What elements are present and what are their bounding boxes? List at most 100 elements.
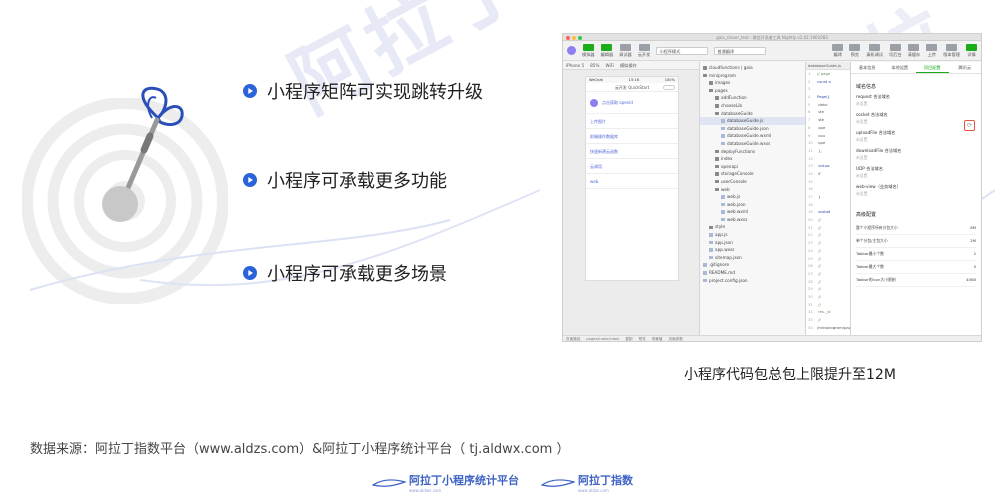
zoom-select[interactable]: 85%	[590, 63, 599, 68]
tree-file[interactable]: project.config.json	[700, 277, 805, 285]
tree-file[interactable]: app.js	[700, 231, 805, 239]
tree-label: storageConsole	[721, 171, 754, 177]
toolbar-button-version[interactable]: 版本管理	[943, 43, 960, 58]
toolbar-button-cloud[interactable]: 云开发	[638, 43, 650, 58]
toolbar-button-editor[interactable]: 编辑器	[601, 43, 613, 58]
refresh-icon[interactable]: ⟳	[964, 120, 975, 131]
file-icon	[721, 119, 725, 123]
dart-in-target-icon	[102, 86, 184, 222]
tree-label: web.js	[727, 194, 741, 200]
code-line: 24 //	[806, 247, 850, 255]
details-tab[interactable]: 项目配置	[916, 62, 949, 73]
folder-icon	[715, 104, 719, 108]
advanced-value: 2M	[970, 238, 976, 243]
toolbar-button-compile[interactable]: 编译	[832, 43, 844, 58]
editor-tab[interactable]: databaseGuide.js	[806, 62, 850, 70]
tree-file[interactable]: .gitignore	[700, 261, 805, 269]
tree-file[interactable]: web.wxss	[700, 216, 805, 224]
domain-key: uploadFile 合法域名	[856, 130, 896, 135]
tree-folder[interactable]: cloudfunctions | gaia	[700, 64, 805, 72]
simulate-op-select[interactable]: 模拟操作	[620, 63, 637, 69]
tree-file[interactable]: databaseGuide.wxss	[700, 140, 805, 148]
tree-file[interactable]: databaseGuide.json	[700, 125, 805, 133]
domain-entry: request 合法域名 未设置	[856, 94, 976, 107]
code-text: },	[817, 147, 822, 153]
line-number: 8	[808, 124, 811, 130]
code-line: 4 Page({	[806, 93, 850, 101]
toolbar-button-preview[interactable]: 预览	[849, 43, 861, 58]
tree-file[interactable]: databaseGuide.js	[700, 117, 805, 125]
tree-folder[interactable]: deployFunctions	[700, 148, 805, 156]
code-line: 15	[806, 178, 850, 186]
tree-folder[interactable]: index	[700, 155, 805, 163]
toolbar-button-upload[interactable]: 上传	[926, 43, 938, 58]
capsule-menu-icon[interactable]	[663, 85, 675, 90]
toolbar-button-clear-cache[interactable]: 清缓存	[908, 43, 920, 58]
bullet-text: 小程序矩阵可实现跳转升级	[267, 82, 483, 103]
line-number: 31	[808, 301, 813, 307]
toolbar-button-simulator[interactable]: 模拟器	[582, 43, 595, 58]
tree-folder[interactable]: chooseLib	[700, 102, 805, 110]
tree-folder[interactable]: style	[700, 223, 805, 231]
openid-row[interactable]: 点击获取 openid	[586, 92, 678, 114]
avatar[interactable]	[567, 46, 576, 55]
phone-list-item[interactable]: 前端操作数据库	[586, 129, 678, 144]
device-select[interactable]: iPhone 5	[566, 63, 584, 68]
advanced-value: 5	[973, 264, 976, 269]
line-number: 33	[808, 317, 813, 322]
file-icon	[721, 217, 725, 222]
lamp-logo-icon	[541, 478, 575, 487]
file-icon	[721, 141, 725, 146]
phone-list-item[interactable]: 云调用	[586, 159, 678, 174]
tree-folder[interactable]: pages	[700, 87, 805, 95]
compile-select[interactable]: 普通编译	[714, 46, 767, 55]
footer-logo-tongji: 阿拉丁小程序统计平台 www.aldwx.com	[372, 472, 519, 493]
code-line: 29 //	[806, 285, 850, 293]
tree-folder[interactable]: storageConsole	[700, 170, 805, 178]
code-line: 3	[806, 85, 850, 93]
status-item[interactable]: 复制	[625, 336, 632, 341]
code-editor[interactable]: databaseGuide.js 1// page 2 const a 3 4 Page(…	[806, 62, 851, 335]
phone-list-item[interactable]: web	[586, 174, 678, 189]
tree-file[interactable]: app.wxss	[700, 246, 805, 254]
details-tab[interactable]: 本地设置	[884, 62, 917, 73]
details-panel: 基本信息 本地设置 项目配置 腾讯云 ⟳ 域名信息 request 合法域名 未设置 so…	[851, 62, 981, 335]
mode-select[interactable]: 小程序模式	[656, 46, 709, 55]
details-tab[interactable]: 基本信息	[851, 62, 884, 73]
domain-value: 未设置	[856, 173, 868, 178]
tree-folder[interactable]: web	[700, 186, 805, 194]
tree-label: web	[721, 186, 730, 192]
tree-file[interactable]: README.md	[700, 269, 805, 277]
tree-file[interactable]: web.js	[700, 193, 805, 201]
tree-label: README.md	[709, 270, 735, 276]
code-text: if	[817, 170, 821, 176]
footer-logo-zhishu: 阿拉丁指数 www.aldzs.com	[541, 472, 633, 493]
tree-file[interactable]: web.json	[700, 201, 805, 209]
tree-file[interactable]: databaseGuide.wxml	[700, 132, 805, 140]
line-number: 27	[808, 270, 813, 276]
toolbar-button-debugger[interactable]: 调试器	[619, 43, 632, 58]
phone-list-item[interactable]: 上传图片	[586, 114, 678, 129]
tree-folder[interactable]: addFunction	[700, 94, 805, 102]
tree-folder[interactable]: userConsole	[700, 178, 805, 186]
network-select[interactable]: WiFi	[605, 63, 613, 68]
toolbar-button-background[interactable]: 切后台	[889, 43, 902, 58]
tree-folder[interactable]: databaseGuide	[700, 110, 805, 118]
toolbar-button-details[interactable]: 详情	[966, 43, 977, 58]
tree-file[interactable]: sitemap.json	[700, 254, 805, 262]
tree-file[interactable]: app.json	[700, 239, 805, 247]
toolbar-button-remote-debug[interactable]: 真机调试	[866, 43, 883, 58]
tree-label: pages	[715, 87, 728, 93]
tree-folder[interactable]: miniprogram	[700, 72, 805, 80]
simulator-pane: iPhone 5 85% WiFi 模拟操作 WeChat 15:16 100%…	[563, 62, 700, 335]
status-item[interactable]: 预览	[639, 336, 646, 341]
code-line: 34/miniprogram/page	[806, 324, 850, 332]
line-number: 23	[808, 240, 813, 246]
phone-list-item[interactable]: 快速新建云函数	[586, 144, 678, 159]
tree-folder[interactable]: images	[700, 79, 805, 87]
tree-file[interactable]: web.wxml	[700, 208, 805, 216]
tree-label: chooseLib	[721, 102, 742, 108]
tree-folder[interactable]: openapi	[700, 163, 805, 171]
advanced-entry: 整个小程序所有分包大小 8M	[856, 222, 976, 235]
details-tab[interactable]: 腾讯云	[949, 62, 982, 73]
